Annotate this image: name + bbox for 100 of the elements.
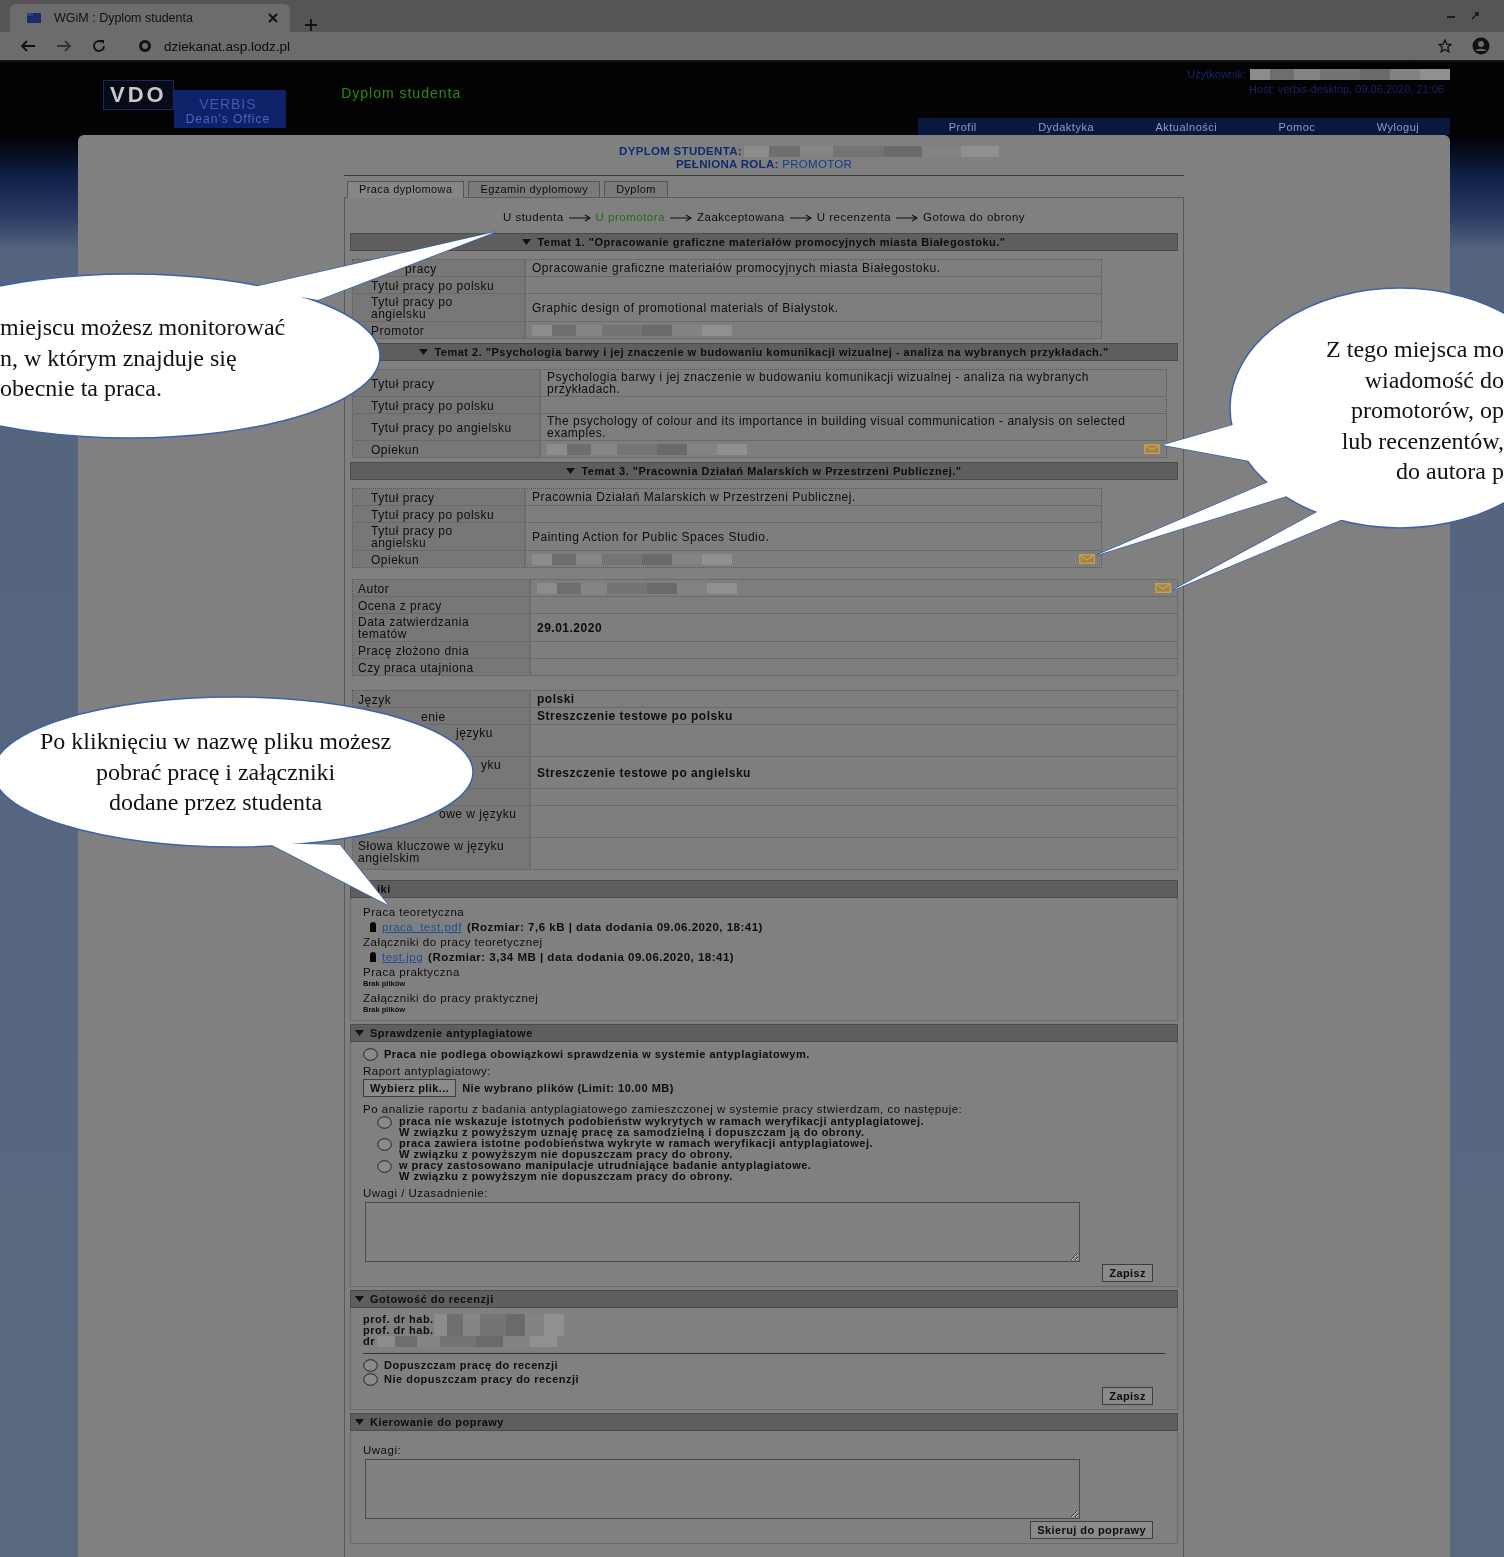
file-picker-button[interactable]: Wybierz plik... [363,1079,457,1097]
section-title: Temat 3. "Pracownia Działań Malarskich w Przestrzeni Publicznej." [581,465,962,477]
callout-text: Z tego miejsca mo wiadomość do promotorów, op lub recenzentów, do autora p [1326,335,1504,486]
account-icon[interactable] [1472,37,1490,55]
field-label: Promotor [371,324,425,337]
group-label: Załączniki do pracy praktycznej [363,991,540,1005]
star-icon[interactable] [1438,39,1452,53]
logo-name: VERBIS [198,96,258,112]
caret-icon[interactable] [566,468,576,474]
tab[interactable]: Praca dyplomowa [347,181,465,198]
radio-button[interactable] [377,1160,392,1173]
option-label: Nie dopuszczam pracy do recenzji [384,1374,580,1385]
field-label: Raport antyplagiatowy: [363,1065,492,1078]
caret-icon[interactable] [419,349,429,355]
save-button[interactable]: Zapisz [1102,1387,1153,1405]
section-header[interactable]: Temat 1. "Opracowanie graficzne materiałów promocyjnych miasta Białegostoku." [350,233,1178,251]
nav-link[interactable]: Pomoc [1278,120,1316,133]
section-title: Gotowość do recenzji [370,1293,494,1305]
tab-title: WGiM : Dyplom studenta [54,11,194,25]
caret-icon[interactable] [355,1296,364,1302]
radio-button[interactable] [377,1116,392,1129]
field-label: Tytuł pracy po angielsku [371,296,454,320]
field-label: Autor [358,582,390,595]
field-label: Tytuł pracy [371,491,435,504]
tab[interactable]: Dyplom [604,181,668,197]
group-label: Praca praktyczna [363,965,461,979]
field-value: Painting Action for Public Spaces Studio. [532,530,770,543]
field-value: Streszczenie testowe po polsku [537,710,733,722]
field-value: 29.01.2020 [537,621,603,634]
file-info: (Rozmiar: 3,34 MB | data dodania 09.06.2020, 18:41) [428,950,735,964]
tab[interactable]: Egzamin dyplomowy [468,181,601,197]
section-header[interactable]: Sprawdzenie antyplagiatowe [350,1024,1178,1042]
field-label: Tytuł pracy po polsku [371,508,495,521]
nav-link[interactable]: Dydaktyka [1038,120,1095,133]
field-label: Tytuł pracy po polsku [371,279,495,292]
field-label: Tytuł pracy [371,377,435,390]
group-label: Załączniki do pracy teoretycznej [363,935,544,949]
reviewer-title: prof. dr hab. [363,1314,434,1325]
radio-button[interactable] [363,1359,378,1372]
field-label: Tytuł pracy po angielsku [371,525,454,549]
site-info-icon[interactable] [138,39,152,53]
arrow-icon [896,213,919,222]
logo-subtitle: Dean's Office [185,112,271,126]
folder-icon [26,12,42,24]
forward-icon[interactable] [56,39,72,53]
new-tab-icon[interactable] [304,18,318,32]
radio-button[interactable] [363,1373,378,1386]
nav-link[interactable]: Wyloguj [1376,120,1420,133]
field-label: pracy [405,262,437,275]
caret-icon[interactable] [355,1030,364,1036]
save-button[interactable]: Zapisz [1102,1264,1153,1282]
host-info: Host: verbis-desktop, 09.06.2020, 21:06 [1248,83,1444,95]
radio-button[interactable] [363,1048,378,1061]
workflow-step: U studenta [502,211,564,224]
arrow-icon [568,213,591,222]
back-icon[interactable] [20,39,36,53]
section-title: Sprawdzenie antyplagiatowe [370,1027,533,1039]
field-label: Opiekun [371,553,420,566]
option-label: Dopuszczam pracę do recenzji [384,1360,559,1371]
option-label: w pracy zastosowano manipulacje utrudniające badanie antyplagiatowe. W związku z powyższym nie dopuszczam pracy do obrony. [399,1160,812,1182]
section-header[interactable]: Gotowość do recenzji [350,1290,1178,1308]
field-value: polski [537,693,575,705]
field-label: Data zatwierdzania tematów [358,616,471,640]
attachment-icon [369,951,377,963]
field-value: The psychology of colour and its importance in building visual communication - analysis on selected examples. [547,415,1127,439]
logo-text: VDO [103,80,174,110]
role-line: PEŁNIONA ROLA: PROMOTOR [675,158,853,171]
maximize-icon[interactable] [1470,11,1480,21]
nav-link[interactable]: Profil [948,120,977,133]
section-title: Temat 2. "Psychologia barwy i jej znaczenie w budowaniu komunikacji wizualnej - analiza na wybranych przykładach." [434,346,1109,358]
section-header[interactable]: Kierowanie do poprawy [350,1413,1178,1431]
caret-icon[interactable] [522,239,532,245]
submit-button[interactable]: Skieruj do poprawy [1030,1521,1153,1539]
option-label: praca nie wskazuje istotnych podobieństw wykrytych w ramach weryfikacji antyplagiatowej. W związku z powyższym uznaję pracę za samodzielną i dopuszczam ją do obrony. [399,1116,925,1138]
field-label: języku [456,727,493,739]
field-label: Czy praca utajniona [358,661,474,674]
notes-field[interactable] [365,1202,1080,1262]
reload-icon[interactable] [92,39,106,53]
option-label: praca zawiera istotne podobieństwa wykryte w ramach weryfikacji antyplagiatowej. W związku z powyższym nie dopuszczam pracy do obrony. [399,1138,874,1160]
browser-tab[interactable]: WGiM : Dyplom studenta [10,4,290,32]
field-label: Tytuł pracy po polsku [371,399,495,412]
section-header[interactable]: iki [350,880,1178,898]
arrow-icon [789,213,812,222]
section-title: Kierowanie do poprawy [370,1416,504,1428]
reviewer-title: prof. dr hab. [363,1325,434,1336]
field-label: owe w języku [439,808,517,820]
close-icon[interactable] [268,13,278,23]
field-label: enie [421,710,446,723]
workflow-step: Gotowa do obrony [923,211,1026,224]
user-label: Użytkownik: [1187,68,1246,80]
field-label: Uwagi: [363,1444,403,1457]
field-label: Słowa kluczowe w języku angielskim [358,840,506,864]
workflow-step: U recenzenta [816,211,892,224]
notes-field[interactable] [365,1459,1080,1519]
workflow-step: Zaakceptowana [696,211,785,224]
field-label: Język [358,693,392,706]
section-header[interactable]: Temat 3. "Pracownia Działań Malarskich w Przestrzeni Publicznej." [350,462,1178,480]
nav-link[interactable]: Aktualności [1155,120,1218,133]
radio-button[interactable] [377,1138,392,1151]
caret-icon[interactable] [355,1419,364,1425]
